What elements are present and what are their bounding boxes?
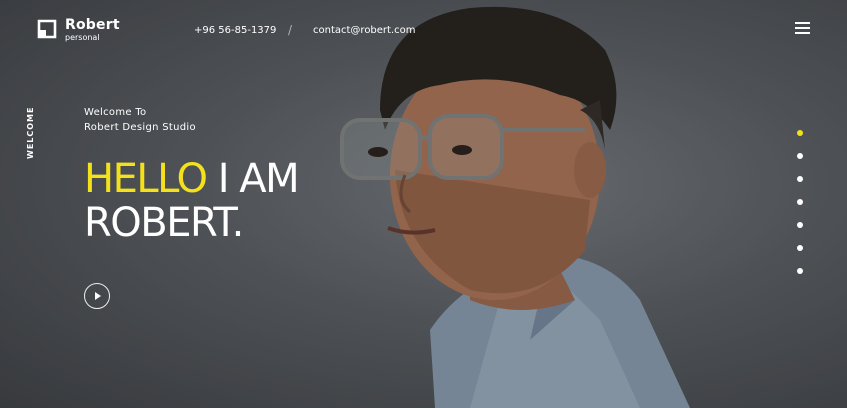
pagination-dot[interactable]	[797, 153, 803, 159]
play-video-button[interactable]	[84, 283, 110, 309]
brand-logo[interactable]: Robert personal	[37, 18, 120, 43]
email-link[interactable]: contact@robert.com	[313, 25, 416, 36]
pagination-dot[interactable]	[797, 268, 803, 274]
brand-subtitle: personal	[65, 33, 100, 42]
pagination-dot[interactable]	[797, 130, 803, 136]
headline-highlight: HELLO	[84, 156, 208, 202]
hero-section: Robert personal +96 56-85-1379 / contact…	[0, 0, 847, 408]
slide-pagination	[797, 130, 803, 291]
logo-square-icon	[37, 19, 57, 39]
intro-line-2: Robert Design Studio	[84, 122, 196, 133]
hero-headline: HELLO I AM ROBERT.	[84, 156, 300, 246]
phone-number[interactable]: +96 56-85-1379	[194, 25, 276, 36]
pagination-dot[interactable]	[797, 176, 803, 182]
headline-name: ROBERT.	[84, 200, 244, 246]
hamburger-icon	[795, 22, 810, 24]
side-welcome-label: WELCOME	[26, 106, 35, 159]
intro-line-1: Welcome To	[84, 107, 147, 118]
contact-separator: /	[288, 23, 293, 37]
headline-rest: I AM	[217, 156, 300, 202]
play-icon	[95, 292, 101, 300]
pagination-dot[interactable]	[797, 222, 803, 228]
pagination-dot[interactable]	[797, 199, 803, 205]
brand-name: Robert	[65, 17, 120, 33]
pagination-dot[interactable]	[797, 245, 803, 251]
headline-line-1: HELLO I AM	[84, 156, 300, 202]
brand-text: Robert personal	[65, 18, 120, 43]
hamburger-menu-button[interactable]	[795, 22, 810, 34]
